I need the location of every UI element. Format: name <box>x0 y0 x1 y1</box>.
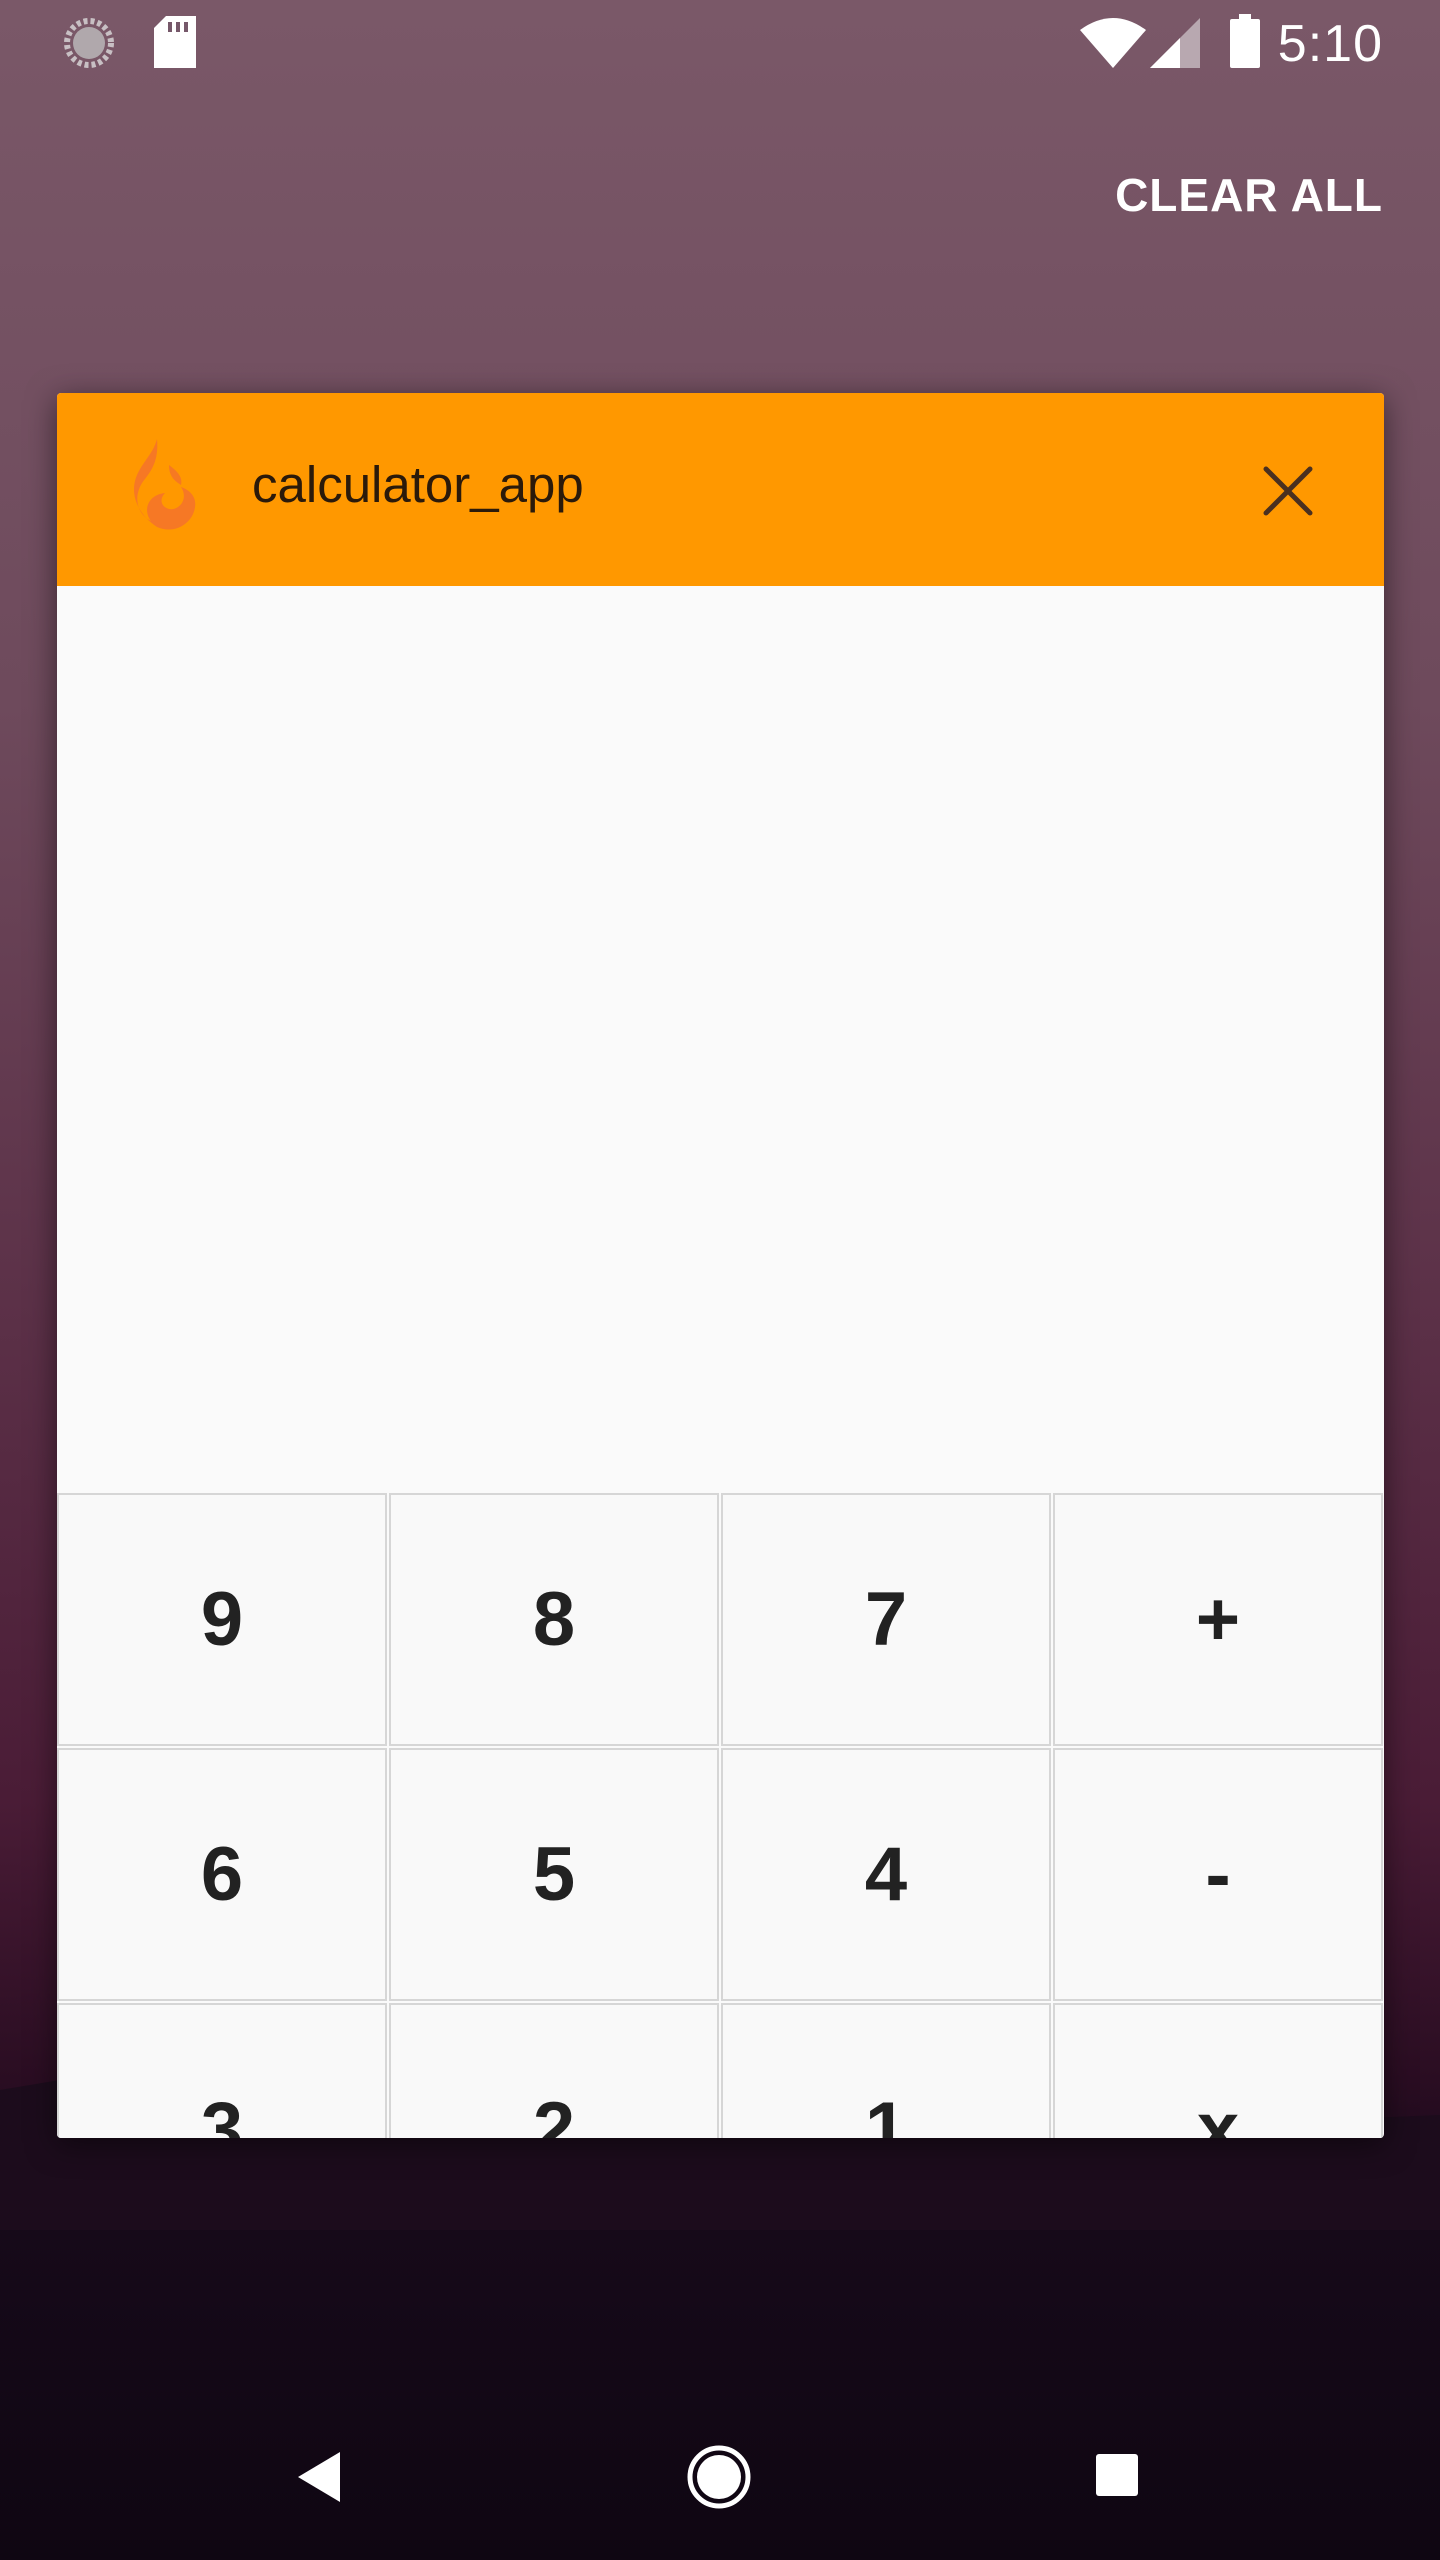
navigation-bar <box>0 2400 1440 2560</box>
calculator-keypad: 9 8 7 + 6 5 4 - 3 2 1 x <box>57 1493 1384 2138</box>
key-3[interactable]: 3 <box>57 2003 387 2138</box>
status-time: 5:10 <box>1277 15 1383 73</box>
sd-card-icon <box>154 16 196 68</box>
status-bar: 5:10 <box>0 0 1440 84</box>
task-card-header: calculator_app <box>57 393 1384 586</box>
wifi-icon <box>1080 18 1146 68</box>
key-2[interactable]: 2 <box>389 2003 719 2138</box>
flame-logo-icon <box>133 439 196 530</box>
key-plus[interactable]: + <box>1053 1493 1383 1746</box>
back-icon[interactable] <box>296 2450 342 2504</box>
task-app-title: calculator_app <box>252 456 584 513</box>
key-minus[interactable]: - <box>1053 1748 1383 2001</box>
cell-signal-icon <box>1150 18 1200 68</box>
key-multiply[interactable]: x <box>1053 2003 1383 2138</box>
recent-task-card[interactable]: calculator_app 9 8 7 + 6 5 4 - 3 2 1 x <box>57 393 1384 2138</box>
key-4[interactable]: 4 <box>721 1748 1051 2001</box>
sync-icon <box>64 18 114 68</box>
key-1[interactable]: 1 <box>721 2003 1051 2138</box>
key-6[interactable]: 6 <box>57 1748 387 2001</box>
clear-all-button[interactable]: CLEAR ALL <box>1115 168 1383 222</box>
battery-icon <box>1230 14 1260 68</box>
close-icon[interactable] <box>1260 463 1316 519</box>
key-7[interactable]: 7 <box>721 1493 1051 1746</box>
key-8[interactable]: 8 <box>389 1493 719 1746</box>
calculator-display <box>57 586 1384 1493</box>
home-icon[interactable] <box>686 2444 752 2510</box>
recents-icon[interactable] <box>1096 2454 1138 2496</box>
key-5[interactable]: 5 <box>389 1748 719 2001</box>
key-9[interactable]: 9 <box>57 1493 387 1746</box>
